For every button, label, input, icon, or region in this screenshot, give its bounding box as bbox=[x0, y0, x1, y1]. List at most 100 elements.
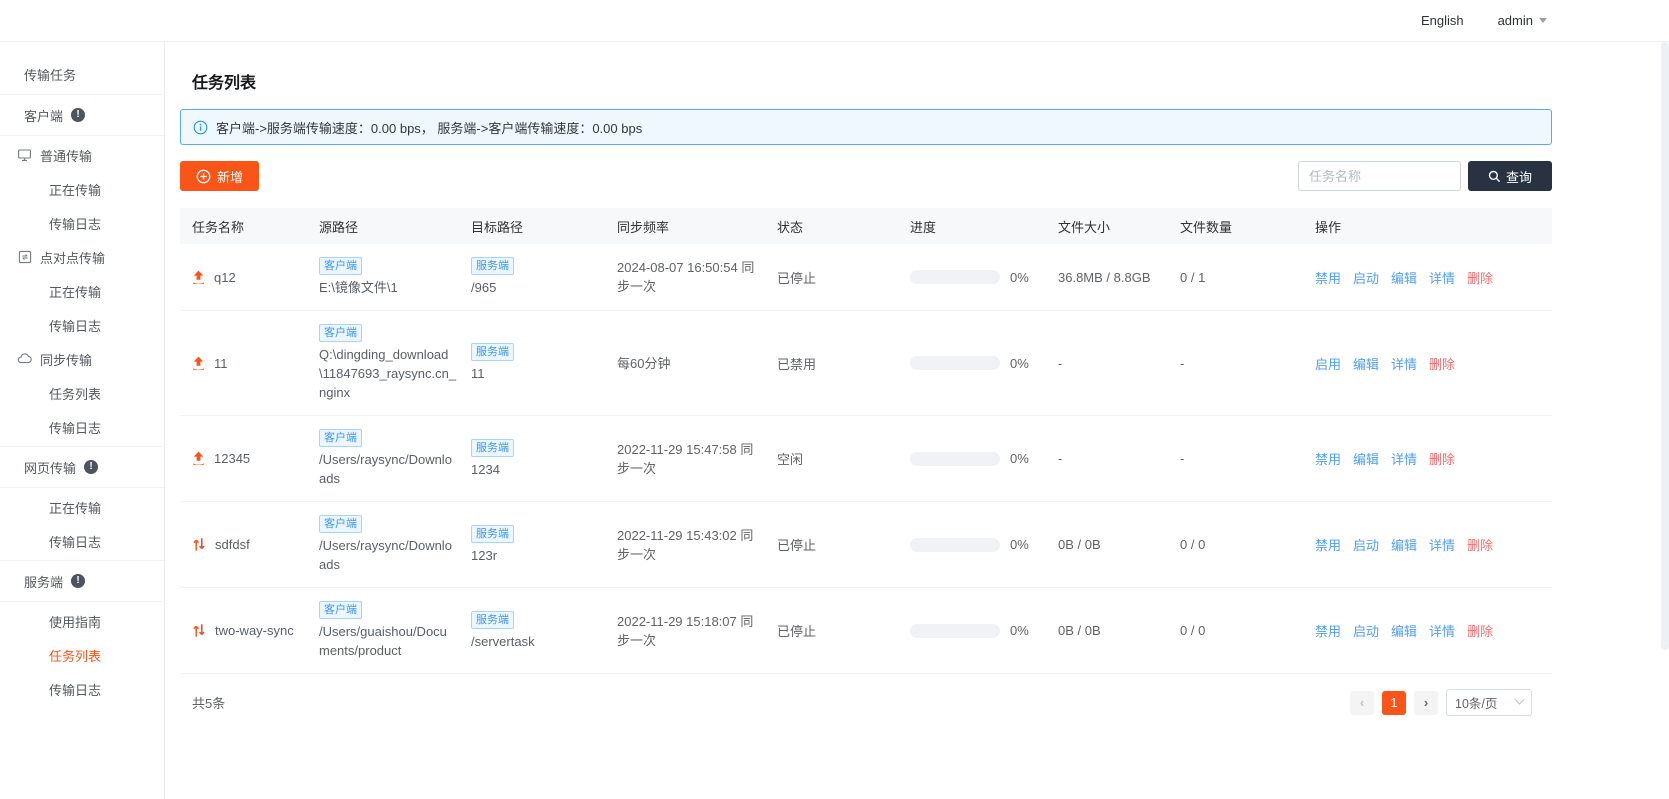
chevron-down-icon bbox=[1539, 18, 1547, 23]
task-name-cell: 11 bbox=[180, 356, 319, 371]
sidebar-item-normal-transferring[interactable]: 正在传输 bbox=[0, 172, 164, 206]
task-name-cell: sdfdsf bbox=[180, 537, 319, 552]
sidebar-item-sync-task-list[interactable]: 任务列表 bbox=[0, 376, 164, 410]
source-path: Q:\dingding_download\11847693_raysync.cn… bbox=[319, 345, 457, 402]
sidebar-item-client[interactable]: 客户端! bbox=[0, 97, 164, 133]
action-link-详情[interactable]: 详情 bbox=[1429, 538, 1455, 553]
task-name: q12 bbox=[214, 270, 236, 285]
sidebar-item-server-task-list[interactable]: 任务列表 bbox=[0, 638, 164, 672]
action-link-启动[interactable]: 启动 bbox=[1353, 624, 1379, 639]
task-name-cell: q12 bbox=[180, 270, 319, 285]
action-link-详情[interactable]: 详情 bbox=[1391, 452, 1417, 467]
action-link-删除[interactable]: 删除 bbox=[1429, 452, 1455, 467]
sidebar-item-label: 正在传输 bbox=[49, 498, 101, 517]
action-link-启动[interactable]: 启动 bbox=[1353, 271, 1379, 286]
plus-circle-icon bbox=[196, 169, 211, 184]
progress-cell: 0% bbox=[910, 356, 1058, 371]
monitor-icon bbox=[17, 148, 32, 162]
progress-bar bbox=[910, 538, 1000, 552]
action-link-删除[interactable]: 删除 bbox=[1467, 624, 1493, 639]
sidebar-item-p2p-transferring[interactable]: 正在传输 bbox=[0, 274, 164, 308]
task-name-cell: 12345 bbox=[180, 451, 319, 466]
file-size: 36.8MB / 8.8GB bbox=[1058, 270, 1180, 285]
action-link-启用[interactable]: 启用 bbox=[1315, 357, 1341, 372]
sidebar-item-label: 传输日志 bbox=[49, 680, 101, 699]
scrollbar[interactable] bbox=[1661, 42, 1669, 650]
action-link-编辑[interactable]: 编辑 bbox=[1391, 624, 1417, 639]
sidebar-item-transfer-tasks[interactable]: 传输任务 bbox=[0, 56, 164, 92]
status-text: 空闲 bbox=[777, 449, 910, 468]
sidebar-item-p2p-transfer[interactable]: 点对点传输 bbox=[0, 240, 164, 274]
language-switcher[interactable]: English bbox=[1421, 13, 1464, 28]
sidebar-item-web-transferring[interactable]: 正在传输 bbox=[0, 490, 164, 524]
action-link-详情[interactable]: 详情 bbox=[1391, 357, 1417, 372]
sidebar-item-server-transfer-log[interactable]: 传输日志 bbox=[0, 672, 164, 706]
sidebar-item-sync-transfer[interactable]: 同步传输 bbox=[0, 342, 164, 376]
column-header: 操作 bbox=[1315, 217, 1552, 236]
table-row: 11客户端Q:\dingding_download\11847693_raysy… bbox=[180, 311, 1552, 416]
action-link-删除[interactable]: 删除 bbox=[1429, 357, 1455, 372]
sidebar-item-p2p-transfer-log[interactable]: 传输日志 bbox=[0, 308, 164, 342]
action-link-详情[interactable]: 详情 bbox=[1429, 624, 1455, 639]
actions-cell: 禁用启动编辑详情删除 bbox=[1315, 268, 1552, 287]
user-menu[interactable]: admin bbox=[1498, 13, 1547, 28]
status-text: 已停止 bbox=[777, 621, 910, 640]
sidebar-item-server-user-guide[interactable]: 使用指南 bbox=[0, 604, 164, 638]
sidebar-item-label: 传输日志 bbox=[49, 418, 101, 437]
action-link-详情[interactable]: 详情 bbox=[1429, 271, 1455, 286]
action-link-编辑[interactable]: 编辑 bbox=[1353, 357, 1379, 372]
sidebar-item-server[interactable]: 服务端! bbox=[0, 563, 164, 599]
add-button[interactable]: 新增 bbox=[180, 161, 259, 191]
prev-page-button[interactable]: ‹ bbox=[1350, 691, 1374, 715]
actions-cell: 禁用启动编辑详情删除 bbox=[1315, 535, 1552, 554]
source-path-cell: 客户端 E:\镜像文件\1 bbox=[319, 257, 471, 297]
sidebar-item-web-transfer-log[interactable]: 传输日志 bbox=[0, 524, 164, 558]
sidebar-item-label: 任务列表 bbox=[49, 384, 101, 403]
file-count: 0 / 0 bbox=[1180, 537, 1315, 552]
sidebar-item-sync-transfer-log[interactable]: 传输日志 bbox=[0, 410, 164, 444]
action-link-编辑[interactable]: 编辑 bbox=[1353, 452, 1379, 467]
sidebar-item-label: 正在传输 bbox=[49, 180, 101, 199]
action-link-禁用[interactable]: 禁用 bbox=[1315, 624, 1341, 639]
table-footer: 共5条 ‹ 1 › 10条/页 bbox=[180, 674, 1552, 716]
cloud-icon bbox=[17, 352, 32, 366]
table-row: q12客户端E:\镜像文件\1服务端/9652024-08-07 16:50:5… bbox=[180, 244, 1552, 311]
client-tag: 客户端 bbox=[319, 257, 362, 275]
progress-bar bbox=[910, 356, 1000, 370]
action-link-编辑[interactable]: 编辑 bbox=[1391, 271, 1417, 286]
page-title: 任务列表 bbox=[192, 69, 1552, 93]
current-page-button[interactable]: 1 bbox=[1382, 691, 1406, 715]
action-link-删除[interactable]: 删除 bbox=[1467, 538, 1493, 553]
progress-cell: 0% bbox=[910, 537, 1058, 552]
sidebar-item-web-transfer[interactable]: 网页传输! bbox=[0, 449, 164, 485]
table-header-row: 任务名称源路径目标路径同步频率状态进度文件大小文件数量操作 bbox=[180, 208, 1552, 244]
action-link-禁用[interactable]: 禁用 bbox=[1315, 452, 1341, 467]
sidebar-item-normal-transfer[interactable]: 普通传输 bbox=[0, 138, 164, 172]
p2p-icon bbox=[17, 250, 32, 264]
action-link-删除[interactable]: 删除 bbox=[1467, 271, 1493, 286]
search-button[interactable]: 查询 bbox=[1468, 161, 1552, 191]
search-input[interactable] bbox=[1298, 161, 1461, 191]
action-link-禁用[interactable]: 禁用 bbox=[1315, 271, 1341, 286]
sync-frequency: 2022-11-29 15:18:07 同步一次 bbox=[617, 612, 777, 650]
task-name: sdfdsf bbox=[215, 537, 250, 552]
table-row: sdfdsf客户端/Users/raysync/Downloads服务端123r… bbox=[180, 502, 1552, 588]
table-row: two-way-sync客户端/Users/guaishou/Documents… bbox=[180, 588, 1552, 674]
target-path: /965 bbox=[471, 278, 603, 297]
actions-cell: 禁用启动编辑详情删除 bbox=[1315, 621, 1552, 640]
page-size-select[interactable]: 10条/页 bbox=[1446, 689, 1532, 716]
sidebar-item-label: 服务端 bbox=[24, 572, 63, 591]
action-link-启动[interactable]: 启动 bbox=[1353, 538, 1379, 553]
sidebar-item-normal-transfer-log[interactable]: 传输日志 bbox=[0, 206, 164, 240]
action-link-编辑[interactable]: 编辑 bbox=[1391, 538, 1417, 553]
server-tag: 服务端 bbox=[471, 257, 514, 275]
sidebar-item-label: 传输日志 bbox=[49, 532, 101, 551]
source-path: E:\镜像文件\1 bbox=[319, 278, 457, 297]
status-text: 已停止 bbox=[777, 268, 910, 287]
action-link-禁用[interactable]: 禁用 bbox=[1315, 538, 1341, 553]
next-page-button[interactable]: › bbox=[1414, 691, 1438, 715]
chevron-down-icon bbox=[1515, 695, 1525, 705]
pagination: ‹ 1 › 10条/页 bbox=[1350, 689, 1532, 716]
server-tag: 服务端 bbox=[471, 525, 514, 543]
client-tag: 客户端 bbox=[319, 515, 362, 533]
